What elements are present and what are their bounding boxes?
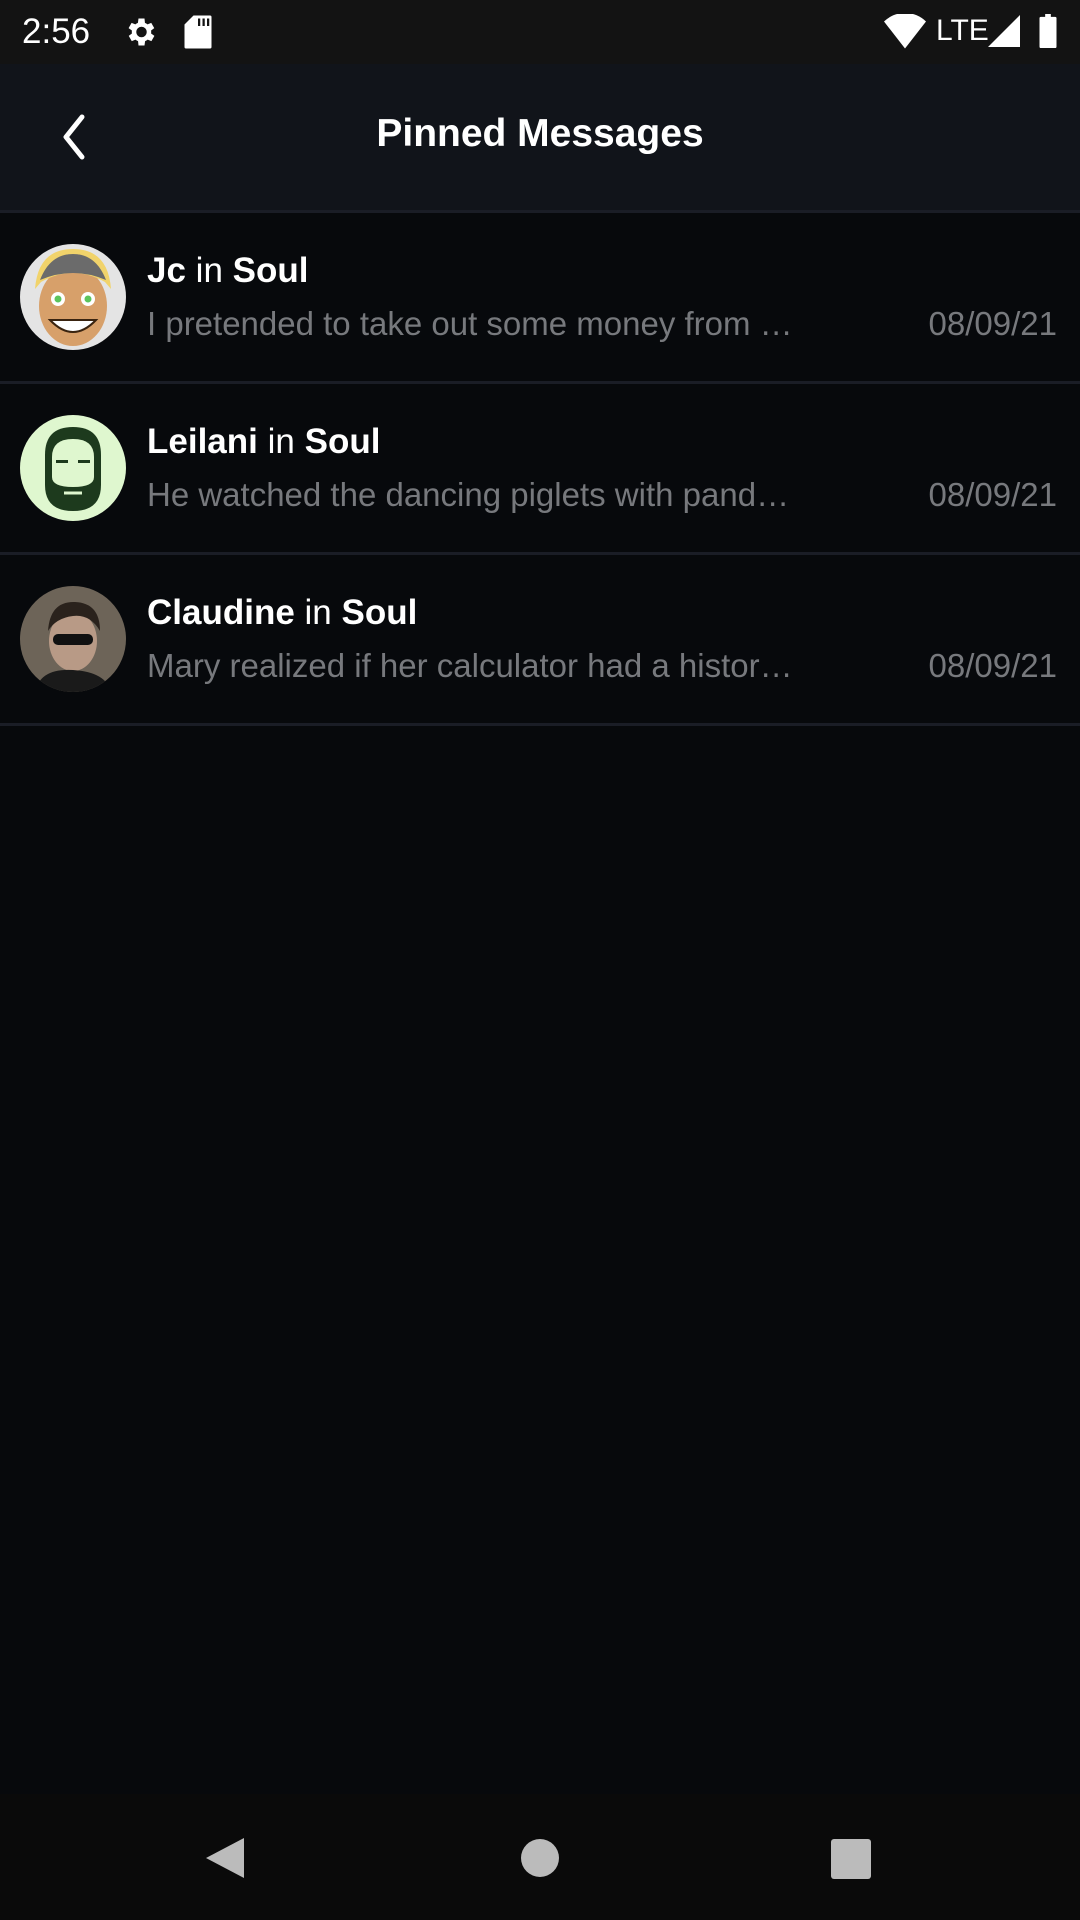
message-preview: He watched the dancing piglets with pand…: [147, 476, 790, 513]
message-header: Leilani in Soul: [147, 422, 380, 462]
page-title: Pinned Messages: [376, 112, 704, 155]
avatar: [20, 586, 126, 692]
status-bar: 2:56 LTE: [0, 0, 1080, 64]
author-name: Leilani: [147, 422, 258, 461]
pinned-message-item[interactable]: Leilani in Soul He watched the dancing p…: [0, 384, 1080, 555]
message-header: Jc in Soul: [147, 251, 308, 291]
author-name: Jc: [147, 251, 186, 290]
message-date: 08/09/21: [928, 476, 1057, 513]
nav-back-icon[interactable]: [204, 1836, 246, 1880]
pinned-message-item[interactable]: Jc in Soul I pretended to take out some …: [0, 213, 1080, 384]
nav-home-icon[interactable]: [520, 1838, 560, 1878]
author-name: Claudine: [147, 593, 295, 632]
gear-icon: [128, 18, 155, 46]
pinned-message-item[interactable]: Claudine in Soul Mary realized if her ca…: [0, 555, 1080, 726]
message-preview: Mary realized if her calculator had a hi…: [147, 647, 793, 684]
sd-card-icon: [184, 15, 212, 49]
avatar: [20, 244, 126, 350]
nav-recents-icon[interactable]: [831, 1839, 871, 1879]
pinned-messages-list: Jc in Soul I pretended to take out some …: [0, 213, 1080, 726]
avatar: [20, 415, 126, 521]
message-date: 08/09/21: [928, 647, 1057, 684]
message-date: 08/09/21: [928, 305, 1057, 342]
connector-text: in: [195, 251, 223, 290]
message-preview: I pretended to take out some money from …: [147, 305, 793, 342]
network-type: LTE: [936, 14, 989, 47]
channel-name: Soul: [304, 422, 381, 461]
connector-text: in: [267, 422, 295, 461]
app-header: Pinned Messages: [0, 64, 1080, 213]
message-header: Claudine in Soul: [147, 593, 417, 633]
battery-icon: [1039, 14, 1057, 48]
navigation-bar: [0, 1794, 1080, 1920]
wifi-icon: [884, 14, 926, 49]
channel-name: Soul: [232, 251, 309, 290]
signal-icon: [988, 15, 1020, 47]
connector-text: in: [304, 593, 332, 632]
status-time: 2:56: [22, 12, 91, 51]
channel-name: Soul: [341, 593, 418, 632]
